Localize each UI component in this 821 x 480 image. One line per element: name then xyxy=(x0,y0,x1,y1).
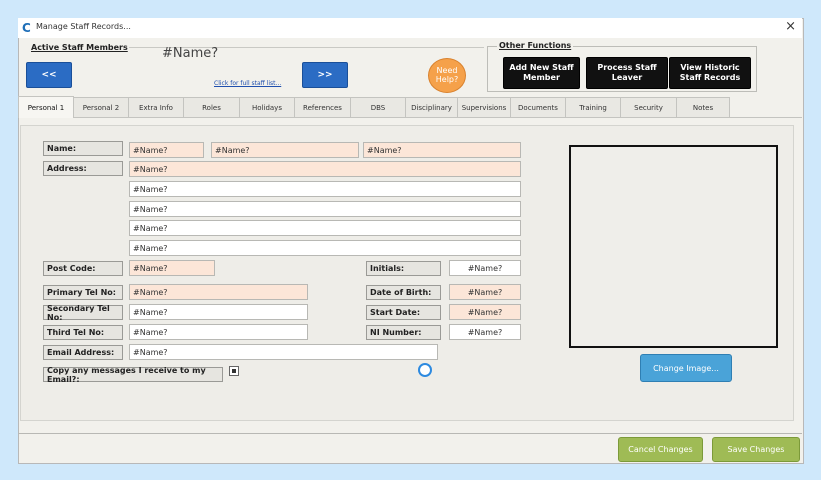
third-tel-label: Third Tel No: xyxy=(43,325,123,340)
ni-number-field[interactable]: #Name? xyxy=(449,324,521,340)
primary-tel-label: Primary Tel No: xyxy=(43,285,123,300)
tab-holidays[interactable]: Holidays xyxy=(239,97,295,117)
first-name-field[interactable]: #Name? xyxy=(129,142,204,158)
checkbox-check-icon xyxy=(232,369,236,373)
address-line-3-field[interactable]: #Name? xyxy=(129,201,521,217)
previous-staff-button[interactable]: << xyxy=(26,62,72,88)
date-of-birth-field[interactable]: #Name? xyxy=(449,284,521,300)
middle-name-field[interactable]: #Name? xyxy=(211,142,359,158)
cancel-changes-button[interactable]: Cancel Changes xyxy=(618,437,703,462)
current-staff-name: #Name? xyxy=(162,46,219,61)
secondary-tel-label: Secondary Tel No: xyxy=(43,304,123,322)
footer-divider xyxy=(18,433,802,434)
post-code-field[interactable]: #Name? xyxy=(129,260,215,276)
tab-training[interactable]: Training xyxy=(565,97,621,117)
secondary-tel-field[interactable]: #Name? xyxy=(129,304,308,320)
close-icon[interactable]: × xyxy=(785,19,796,34)
tab-personal-2[interactable]: Personal 2 xyxy=(73,97,129,117)
start-date-field[interactable]: #Name? xyxy=(449,304,521,320)
tab-roles[interactable]: Roles xyxy=(183,97,240,117)
third-tel-field[interactable]: #Name? xyxy=(129,324,308,340)
staff-photo-frame xyxy=(569,145,778,348)
tab-supervisions[interactable]: Supervisions xyxy=(457,97,511,117)
app-logo-icon: C xyxy=(22,21,31,35)
need-help-button[interactable]: Need Help? xyxy=(428,58,466,93)
primary-tel-field[interactable]: #Name? xyxy=(129,284,308,300)
ni-number-label: NI Number: xyxy=(366,325,441,340)
save-changes-button[interactable]: Save Changes xyxy=(712,437,800,462)
window-title: Manage Staff Records... xyxy=(36,22,131,31)
view-historic-records-button[interactable]: View Historic Staff Records xyxy=(669,57,751,89)
email-address-label: Email Address: xyxy=(43,345,123,360)
copy-messages-label: Copy any messages I receive to my Email?… xyxy=(43,366,223,384)
address-label: Address: xyxy=(43,161,123,176)
address-line-4-field[interactable]: #Name? xyxy=(129,220,521,236)
name-label: Name: xyxy=(43,141,123,156)
active-staff-label: Active Staff Members xyxy=(31,43,128,52)
loading-ring-icon xyxy=(418,363,432,377)
add-new-staff-button[interactable]: Add New Staff Member xyxy=(503,57,580,89)
tab-notes[interactable]: Notes xyxy=(676,97,730,117)
tab-references[interactable]: References xyxy=(294,97,351,117)
full-staff-list-link[interactable]: Click for full staff list... xyxy=(214,80,281,87)
tab-disciplinary[interactable]: Disciplinary xyxy=(405,97,458,117)
tab-extra-info[interactable]: Extra Info xyxy=(128,97,184,117)
title-bar: C Manage Staff Records... × xyxy=(18,18,802,38)
initials-label: Initials: xyxy=(366,261,441,276)
email-address-field[interactable]: #Name? xyxy=(129,344,438,360)
copy-messages-checkbox[interactable] xyxy=(229,366,239,376)
start-date-label: Start Date: xyxy=(366,305,441,320)
process-staff-leaver-button[interactable]: Process Staff Leaver xyxy=(586,57,668,89)
date-of-birth-label: Date of Birth: xyxy=(366,285,441,300)
tab-documents[interactable]: Documents xyxy=(510,97,566,117)
next-staff-button[interactable]: >> xyxy=(302,62,348,88)
post-code-label: Post Code: xyxy=(43,261,123,276)
change-image-button[interactable]: Change Image... xyxy=(640,354,732,382)
address-line-2-field[interactable]: #Name? xyxy=(129,181,521,197)
tab-personal-1[interactable]: Personal 1 xyxy=(18,96,74,118)
tab-dbs[interactable]: DBS xyxy=(350,97,406,117)
tab-security[interactable]: Security xyxy=(620,97,677,117)
initials-field[interactable]: #Name? xyxy=(449,260,521,276)
last-name-field[interactable]: #Name? xyxy=(363,142,521,158)
other-functions-label: Other Functions xyxy=(497,41,574,50)
address-line-5-field[interactable]: #Name? xyxy=(129,240,521,256)
address-line-1-field[interactable]: #Name? xyxy=(129,161,521,177)
